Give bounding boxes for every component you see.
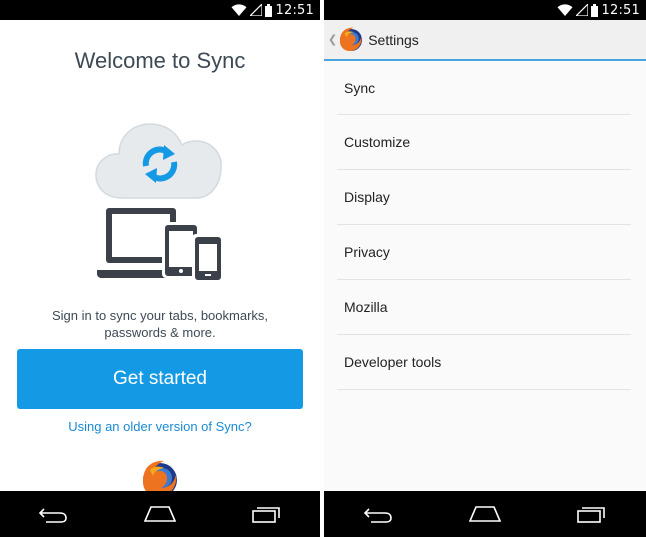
recents-icon bbox=[577, 507, 606, 523]
settings-item-privacy[interactable]: Privacy bbox=[337, 225, 631, 280]
navigation-bar bbox=[324, 491, 646, 537]
settings-item-mozilla[interactable]: Mozilla bbox=[337, 280, 631, 335]
welcome-screen: 12:51 Welcome to Sync Sign in to sync yo… bbox=[0, 0, 320, 537]
settings-item-display[interactable]: Display bbox=[337, 170, 631, 225]
settings-screen: 12:51 ❮ Settings Sync Customize Display … bbox=[324, 0, 646, 537]
signal-icon bbox=[575, 4, 588, 16]
signal-icon bbox=[249, 4, 262, 16]
settings-list: Sync Customize Display Privacy Mozilla D… bbox=[337, 61, 631, 390]
home-icon bbox=[468, 506, 501, 522]
back-button[interactable] bbox=[33, 499, 73, 529]
status-bar: 12:51 bbox=[0, 0, 320, 20]
wifi-icon bbox=[231, 3, 247, 16]
settings-item-sync[interactable]: Sync bbox=[337, 61, 631, 115]
get-started-button[interactable]: Get started bbox=[17, 349, 303, 409]
status-time: 12:51 bbox=[275, 2, 314, 18]
devices-icon bbox=[97, 208, 224, 283]
battery-icon bbox=[264, 3, 272, 17]
firefox-logo bbox=[143, 460, 177, 494]
back-icon bbox=[363, 508, 392, 523]
navigation-bar bbox=[0, 491, 320, 537]
back-icon bbox=[39, 508, 68, 523]
home-icon bbox=[143, 506, 176, 522]
recents-button[interactable] bbox=[247, 499, 287, 529]
settings-item-developer-tools[interactable]: Developer tools bbox=[337, 335, 631, 390]
wifi-icon bbox=[557, 3, 573, 16]
home-button[interactable] bbox=[140, 499, 180, 529]
recents-button[interactable] bbox=[572, 499, 612, 529]
settings-item-customize[interactable]: Customize bbox=[337, 115, 631, 170]
action-bar: ❮ Settings bbox=[324, 20, 646, 61]
home-button[interactable] bbox=[465, 499, 505, 529]
recents-icon bbox=[251, 507, 280, 523]
status-time: 12:51 bbox=[601, 2, 640, 18]
firefox-logo[interactable] bbox=[338, 27, 364, 53]
battery-icon bbox=[590, 3, 598, 17]
status-bar: 12:51 bbox=[324, 0, 646, 20]
sign-in-description: Sign in to sync your tabs, bookmarks, pa… bbox=[51, 308, 269, 340]
up-caret-icon[interactable]: ❮ bbox=[328, 33, 337, 46]
phone-icon bbox=[192, 234, 224, 283]
action-bar-title: Settings bbox=[368, 31, 419, 48]
older-sync-link[interactable]: Using an older version of Sync? bbox=[0, 419, 320, 434]
page-title: Welcome to Sync bbox=[74, 48, 246, 73]
cloud-sync-icon bbox=[95, 123, 222, 199]
back-button[interactable] bbox=[358, 499, 398, 529]
